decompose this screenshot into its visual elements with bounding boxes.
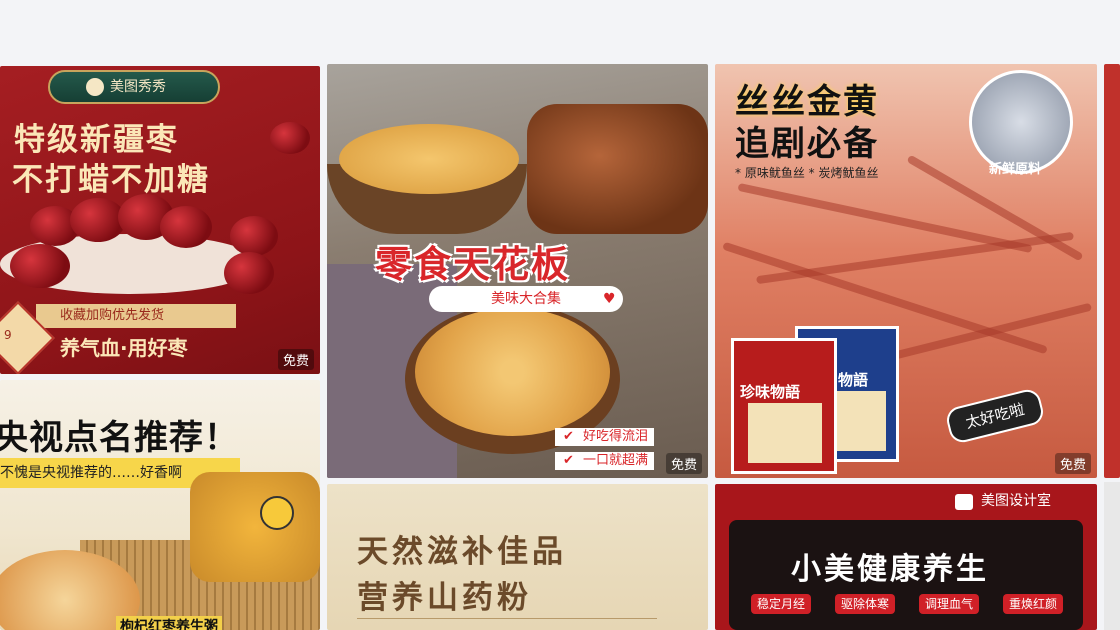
top-bar — [0, 0, 1120, 62]
card-title-line2: 营养山药粉 — [357, 580, 532, 616]
template-card-red-dates[interactable]: 美图秀秀 特级新疆枣 不打蜡不加糖 收藏加购优先发货 9 养气血·用好枣 免费 — [0, 66, 320, 374]
template-card-squid[interactable]: 丝丝金黄 追剧必备 * 原味鱿鱼丝 * 炭烤鱿鱼丝 新鲜原料 物語 珍味物語 太… — [715, 64, 1097, 478]
benefit-chip: 驱除体寒 — [835, 594, 896, 614]
brand-label: 美图秀秀 — [110, 79, 166, 95]
check-icon: ✔ — [563, 453, 574, 468]
card-title: 零食天花板 — [375, 243, 570, 286]
squid-strand — [756, 231, 1074, 285]
chips-image — [339, 124, 519, 194]
benefit-chip: 调理血气 — [919, 594, 980, 614]
brand-label: 美图设计室 — [981, 493, 1051, 509]
free-badge: 免费 — [665, 453, 702, 474]
template-card-partial[interactable] — [1104, 482, 1120, 630]
date-image — [224, 252, 274, 294]
feature-tag-label: 一口就超满 — [583, 453, 649, 468]
date-image — [270, 122, 310, 154]
template-card-cctv[interactable]: 央视点名推荐！ 不愧是央视推荐的……好香啊 枸杞红枣养生粥 — [0, 380, 320, 630]
feature-tag: ✔ 一口就超满 — [555, 452, 655, 470]
promo-ribbon: 收藏加购优先发货 — [36, 304, 236, 328]
card-title: 小美健康养生 — [791, 552, 989, 587]
benefit-chip: 重焕红颜 — [1003, 594, 1064, 614]
template-card-health[interactable]: 美图设计室 小美健康养生 稳定月经 驱除体寒 调理血气 重焕红颜 — [715, 484, 1097, 630]
meitu-logo-icon — [86, 78, 104, 96]
card-slogan: 养气血·用好枣 — [60, 336, 188, 360]
speech-bubble: 太好吃啦 — [944, 386, 1046, 446]
product-pack-red: 珍味物語 — [731, 338, 837, 474]
free-badge: 免费 — [1054, 453, 1091, 474]
card-title-line1: 特级新疆枣 — [14, 122, 179, 158]
divider — [357, 618, 657, 619]
dish-label: 枸杞红枣养生粥 — [116, 616, 222, 630]
fresh-label: 新鲜原料 — [989, 162, 1042, 177]
subtitle-pill: 美味大合集 — [429, 286, 623, 312]
feature-tag: ✔ 好吃得流泪 — [555, 428, 655, 446]
design-studio-logo-icon — [955, 494, 973, 510]
date-image — [160, 206, 212, 248]
pack-window — [748, 403, 822, 463]
card-title-line2: 不打蜡不加糖 — [12, 162, 210, 198]
feature-tag-label: 好吃得流泪 — [583, 429, 649, 444]
pack-label: 珍味物語 — [740, 383, 801, 401]
card-subtitle: 不愧是央视推荐的……好香啊 — [0, 465, 182, 481]
smile-icon — [260, 496, 294, 530]
tea-image — [190, 472, 320, 582]
card-title-line2: 追剧必备 — [735, 124, 879, 164]
date-image — [230, 216, 278, 256]
template-card-yam[interactable]: 天然滋补佳品 营养山药粉 — [327, 484, 708, 630]
card-title: 央视点名推荐！ — [0, 418, 239, 458]
free-badge: 免费 — [277, 349, 314, 370]
chips-image — [415, 308, 610, 436]
meat-snack-image — [527, 104, 708, 234]
template-card-partial[interactable] — [1104, 64, 1120, 478]
heart-icon: ♥ — [603, 291, 616, 307]
brand-badge: 美图秀秀 — [48, 70, 220, 104]
pack-label: 物語 — [838, 371, 869, 389]
card-title-line1: 天然滋补佳品 — [357, 534, 567, 570]
date-image — [10, 244, 70, 288]
template-card-snacks[interactable]: 零食天花板 ♥ 美味大合集 ♥ ✔ 好吃得流泪 ✔ 一口就超满 免费 — [327, 64, 708, 478]
template-grid: 美图秀秀 特级新疆枣 不打蜡不加糖 收藏加购优先发货 9 养气血·用好枣 免费 … — [0, 62, 1120, 630]
card-subtitle: * 原味鱿鱼丝 * 炭烤鱿鱼丝 — [735, 166, 879, 180]
benefit-chip: 稳定月经 — [751, 594, 812, 614]
check-icon: ✔ — [563, 429, 574, 444]
price-badge-text: 9 — [4, 328, 12, 342]
